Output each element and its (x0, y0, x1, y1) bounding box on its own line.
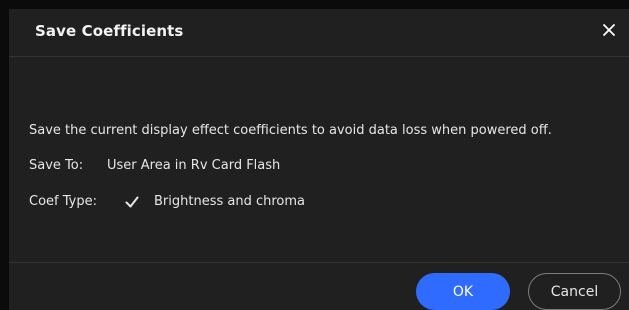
coef-type-label: Coef Type: (29, 194, 97, 209)
dialog-titlebar: Save Coefficients (9, 9, 629, 56)
dialog-description: Save the current display effect coeffici… (29, 123, 552, 138)
save-to-label: Save To: (29, 158, 84, 173)
close-icon (603, 24, 615, 36)
ok-button[interactable]: OK (416, 273, 510, 310)
brightness-chroma-checkbox[interactable] (123, 193, 141, 211)
checkmark-icon (125, 196, 139, 208)
dialog-title: Save Coefficients (35, 22, 184, 40)
cancel-button[interactable]: Cancel (528, 273, 621, 310)
save-coefficients-dialog: Save Coefficients Save the current displ… (9, 9, 629, 310)
brightness-chroma-label: Brightness and chroma (154, 194, 305, 209)
footer-divider (9, 262, 629, 263)
close-button[interactable] (599, 20, 619, 40)
title-divider (9, 56, 629, 57)
save-to-value: User Area in Rv Card Flash (107, 158, 281, 173)
